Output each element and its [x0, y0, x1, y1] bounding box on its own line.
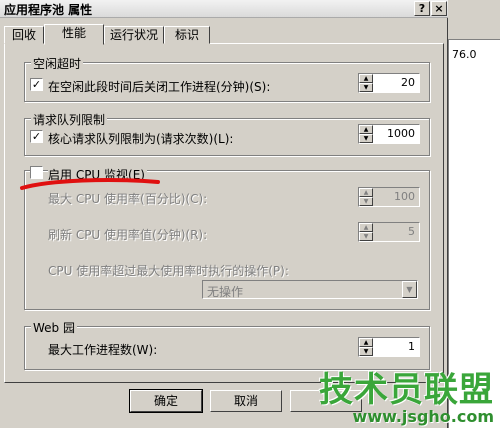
watermark-logo-text: 技术员联盟	[319, 370, 494, 410]
tab-performance[interactable]: 性能	[44, 24, 104, 45]
watermark: 技术员联盟 www.jsgho.com	[319, 362, 494, 426]
